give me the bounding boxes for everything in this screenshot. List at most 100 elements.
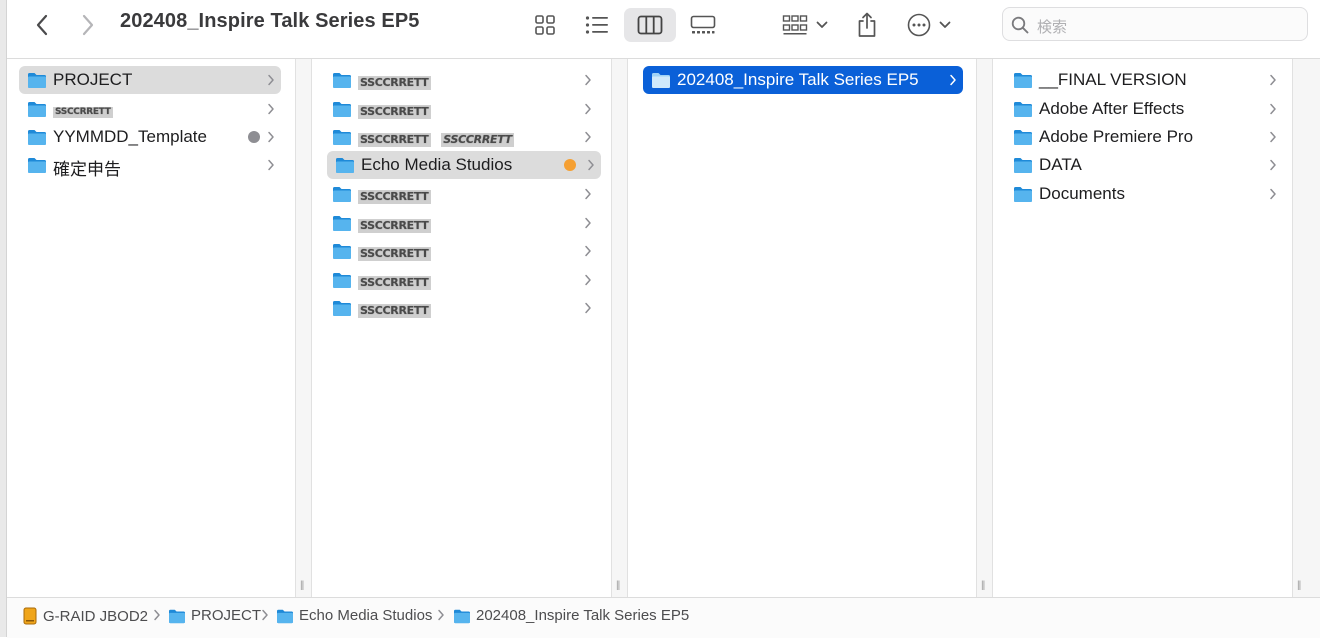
folder-icon	[1013, 100, 1033, 118]
folder-row-project[interactable]: PROJECT	[19, 66, 281, 94]
path-bar: G-RAID JBOD2 PROJECT Echo Media Studios …	[7, 597, 1320, 638]
path-crumb-inspire-talk[interactable]: 202408_Inspire Talk Series EP5	[453, 607, 689, 624]
redacted-label: SSCCRRETT	[358, 189, 431, 204]
orange-tag-dot	[564, 159, 576, 171]
chevron-right-icon	[437, 609, 445, 621]
folder-row-template[interactable]: YYMMDD_Template	[19, 123, 281, 151]
window-left-edge	[0, 0, 7, 637]
gray-tag-dot	[248, 131, 260, 143]
folder-label: PROJECT	[53, 70, 133, 89]
folder-icon	[332, 242, 352, 260]
folder-row-documents[interactable]: Documents	[1005, 180, 1283, 208]
folder-row-redacted[interactable]: SSCCRRETT	[324, 180, 598, 208]
share-icon	[858, 12, 876, 37]
folder-icon	[651, 71, 671, 89]
ellipsis-circle-icon	[907, 13, 931, 37]
folder-row-redacted[interactable]: SSCCRRETT	[324, 266, 598, 294]
redacted-label: SSCCRRETT	[358, 132, 431, 147]
folder-row-premiere-pro[interactable]: Adobe Premiere Pro	[1005, 123, 1283, 151]
column-1: PROJECT SSCCRRETT YYMMDD_Template 確定申告	[7, 59, 295, 597]
chevron-right-icon	[1269, 74, 1277, 86]
folder-row-inspire-talk[interactable]: 202408_Inspire Talk Series EP5	[643, 66, 963, 94]
icon-view-button[interactable]	[527, 8, 563, 42]
folder-icon	[27, 156, 47, 174]
folder-label: Adobe Premiere Pro	[1039, 127, 1194, 146]
resize-grip-icon: ||	[1297, 580, 1301, 591]
folder-row-redacted[interactable]: SSCCRRETT	[324, 294, 598, 322]
folder-row-redacted[interactable]: SSCCRRETT	[324, 209, 598, 237]
chevron-right-icon	[82, 14, 94, 36]
forward-button[interactable]	[74, 11, 102, 39]
folder-row-redacted[interactable]: SSCCRRETT	[19, 95, 281, 123]
window-title: 202408_Inspire Talk Series EP5	[120, 10, 420, 32]
folder-label: Documents	[1039, 184, 1125, 203]
chevron-down-icon	[939, 21, 951, 28]
redacted-label: SSCCRRETT	[358, 75, 431, 90]
folder-icon	[332, 299, 352, 317]
chevron-right-icon	[584, 188, 592, 200]
list-view-button[interactable]	[579, 8, 615, 42]
path-crumb-project[interactable]: PROJECT	[168, 607, 261, 624]
redacted-label: SSCCRRETT	[358, 104, 431, 119]
folder-label: __FINAL VERSION	[1039, 70, 1187, 89]
folder-icon	[332, 100, 352, 118]
redacted-label: SSCCRRETT	[358, 275, 431, 290]
share-button[interactable]	[849, 8, 885, 42]
search-placeholder: 検索	[1037, 19, 1068, 36]
chevron-right-icon	[584, 245, 592, 257]
chevron-right-icon	[584, 74, 592, 86]
redacted-label: SSCCRRETT	[358, 218, 431, 233]
folder-icon	[1013, 156, 1033, 174]
folder-icon	[27, 100, 47, 118]
column-3: 202408_Inspire Talk Series EP5	[628, 59, 976, 597]
folder-row-redacted[interactable]: SSCCRRETT	[324, 237, 598, 265]
chevron-right-icon	[584, 103, 592, 115]
folder-row-data[interactable]: DATA	[1005, 151, 1283, 179]
column-4: __FINAL VERSION Adobe After Effects Adob…	[993, 59, 1292, 597]
chevron-right-icon	[584, 274, 592, 286]
crumb-label: 202408_Inspire Talk Series EP5	[476, 607, 690, 624]
chevron-right-icon	[1269, 131, 1277, 143]
column-view-button[interactable]	[624, 8, 676, 42]
chevron-right-icon	[153, 609, 161, 621]
column-2: SSCCRRETT SSCCRRETT SSCCRRETT SSCCRRETT …	[312, 59, 611, 597]
folder-row-redacted[interactable]: SSCCRRETT	[324, 66, 598, 94]
folder-row-redacted[interactable]: SSCCRRETT SSCCRRETT	[324, 123, 598, 151]
folder-icon	[168, 608, 186, 624]
folder-row-final-version[interactable]: __FINAL VERSION	[1005, 66, 1283, 94]
drive-icon	[23, 607, 37, 625]
chevron-right-icon	[1269, 103, 1277, 115]
chevron-right-icon	[584, 131, 592, 143]
folder-row-echo-media[interactable]: Echo Media Studios	[327, 151, 601, 179]
folder-row-after-effects[interactable]: Adobe After Effects	[1005, 95, 1283, 123]
column-resize-handle[interactable]: ||	[1292, 59, 1320, 597]
folder-icon	[332, 214, 352, 232]
folder-label: YYMMDD_Template	[53, 127, 207, 146]
crumb-label: PROJECT	[191, 607, 262, 624]
folder-label: DATA	[1039, 155, 1082, 174]
more-actions-button[interactable]	[903, 8, 955, 42]
search-field[interactable]: 検索	[1002, 7, 1308, 41]
chevron-right-icon	[587, 159, 595, 171]
gallery-view-button[interactable]	[685, 8, 721, 42]
crumb-label: Echo Media Studios	[299, 607, 433, 624]
toolbar: 202408_Inspire Talk Series EP5 検索	[7, 0, 1320, 59]
resize-grip-icon: ||	[616, 580, 620, 591]
chevron-right-icon	[267, 74, 275, 86]
group-menu-button[interactable]	[777, 8, 833, 42]
column-resize-handle[interactable]: ||	[976, 59, 993, 597]
folder-icon	[1013, 128, 1033, 146]
path-crumb-drive[interactable]: G-RAID JBOD2	[22, 607, 148, 625]
back-button[interactable]	[28, 11, 56, 39]
column-resize-handle[interactable]: ||	[295, 59, 312, 597]
folder-row-redacted[interactable]: SSCCRRETT	[324, 95, 598, 123]
grid-icon	[535, 15, 555, 35]
column-resize-handle[interactable]: ||	[611, 59, 628, 597]
folder-row-tax[interactable]: 確定申告	[19, 151, 281, 179]
redacted-label: SSCCRRETT	[441, 132, 514, 147]
columns-icon	[637, 15, 663, 35]
chevron-left-icon	[36, 14, 48, 36]
chevron-right-icon	[584, 217, 592, 229]
path-crumb-echo-media[interactable]: Echo Media Studios	[276, 607, 432, 624]
chevron-right-icon	[1269, 159, 1277, 171]
